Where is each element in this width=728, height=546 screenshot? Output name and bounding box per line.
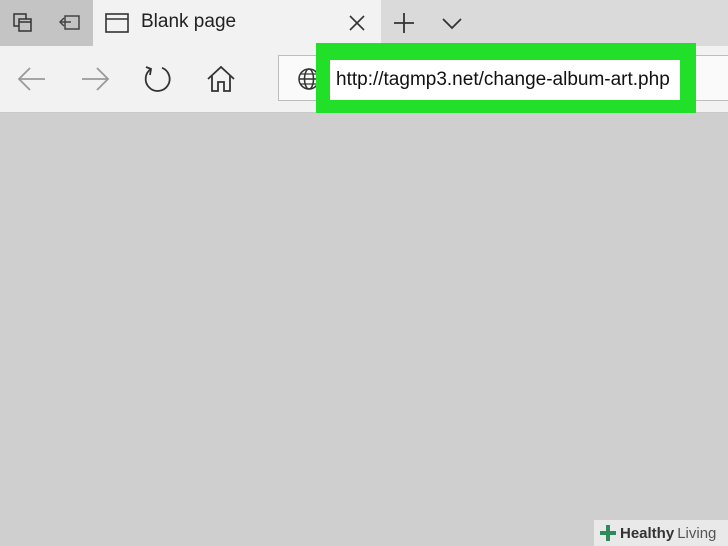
forward-arrow-icon[interactable]: [79, 63, 111, 95]
home-icon[interactable]: [205, 63, 237, 95]
tab-preview-icon: [13, 13, 32, 32]
watermark-light: Living: [677, 524, 717, 542]
close-icon[interactable]: [345, 11, 369, 35]
plus-icon[interactable]: [392, 11, 416, 35]
page-content-area: [0, 113, 728, 546]
url-input[interactable]: http://tagmp3.net/change-album-art.php: [330, 60, 680, 100]
tabs-aside-icon: [58, 15, 80, 30]
back-arrow-icon[interactable]: [16, 63, 48, 95]
refresh-icon[interactable]: [142, 63, 174, 95]
chevron-down-icon[interactable]: [440, 11, 464, 35]
tab-blank-page[interactable]: Blank page: [93, 0, 381, 46]
title-bar: Blank page: [0, 0, 728, 46]
tab-preview-button[interactable]: [0, 0, 46, 46]
tabs-aside-button[interactable]: [46, 0, 93, 46]
page-icon: [105, 13, 129, 33]
tab-title: Blank page: [141, 11, 237, 32]
healthy-living-watermark: Healthy Living: [594, 520, 728, 546]
plus-logo-icon: [600, 525, 616, 541]
watermark-strong: Healthy: [620, 524, 675, 542]
